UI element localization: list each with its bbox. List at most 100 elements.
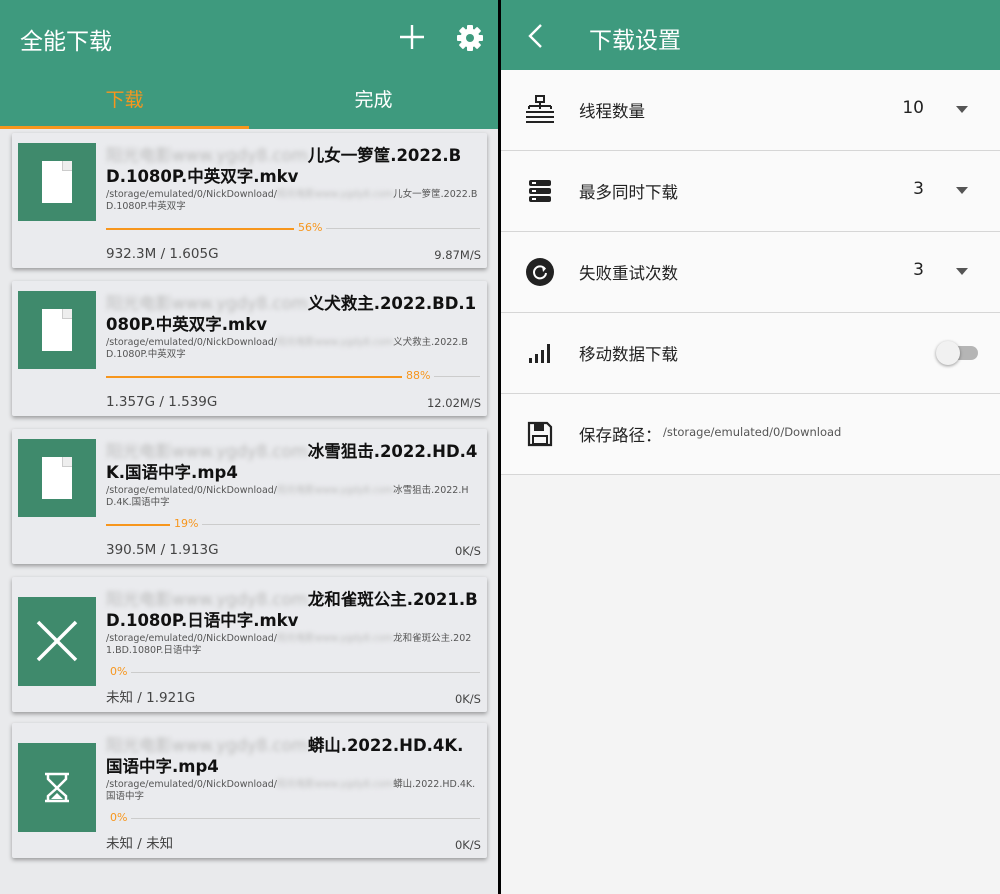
progress-bar: 0% [106,811,480,824]
file-thumbnail [18,743,96,832]
path-prefix: /storage/emulated/0/NickDownload/ [106,337,278,348]
progress-percent: 88% [402,369,435,382]
settings-app-bar: 下载设置 [501,0,1000,70]
blurred-source: 阳光电影www.ygdy8.com [106,294,308,313]
progress-track [131,818,480,819]
setting-save-path[interactable]: 保存路径： /storage/emulated/0/Download [501,394,1000,475]
retries-label: 失败重试次数 [579,264,678,283]
file-path: /storage/emulated/0/NickDownload/阳光电影www… [106,633,478,657]
file-size: 未知 / 1.921G [106,690,196,706]
file-size: 未知 / 未知 [106,836,174,852]
progress-percent: 56% [294,221,327,234]
back-arrow-icon[interactable] [523,22,551,50]
path-blurred: 阳光电影www.ygdy8.com [277,337,394,348]
progress-track [202,524,480,525]
path-prefix: /storage/emulated/0/NickDownload/ [106,189,278,200]
tab-bar: 下载 完成 [0,75,498,129]
settings-panel: 下载设置 线程数量 10 最多同时下载 3 失败重试次数 3 移动数据下载 保存… [501,0,1000,894]
close-icon [36,620,78,662]
download-item[interactable]: 阳光电影www.ygdy8.com蟒山.2022.HD.4K.国语中字.mp4 … [12,723,487,858]
threads-value: 10 [902,98,924,118]
threads-label: 线程数量 [579,102,645,121]
file-size: 390.5M / 1.913G [106,542,219,558]
path-blurred: 阳光电影www.ygdy8.com [277,633,394,644]
settings-title: 下载设置 [589,28,681,54]
download-item[interactable]: 阳光电影www.ygdy8.com龙和雀斑公主.2021.BD.1080P.日语… [12,577,487,712]
tab-completed[interactable]: 完成 [249,75,498,129]
blurred-source: 阳光电影www.ygdy8.com [106,736,308,755]
file-name: 阳光电影www.ygdy8.com义犬救主.2022.BD.1080P.中英双字… [106,293,478,335]
progress-fill [106,228,294,230]
concurrent-value: 3 [913,179,924,199]
progress-fill [106,524,170,526]
progress-fill [106,376,402,378]
file-path: /storage/emulated/0/NickDownload/阳光电影www… [106,189,478,213]
setting-mobile-data[interactable]: 移动数据下载 [501,313,1000,394]
file-thumbnail [18,597,96,686]
download-speed: 0K/S [454,692,481,706]
mobile-data-toggle[interactable] [936,341,978,365]
app-bar: 全能下载 [0,0,498,75]
path-prefix: /storage/emulated/0/NickDownload/ [106,485,278,496]
progress-percent: 0% [106,665,132,678]
progress-track [131,672,480,673]
file-path: /storage/emulated/0/NickDownload/阳光电影www… [106,337,478,361]
save-path-label: 保存路径： [579,426,662,445]
setting-concurrent-downloads[interactable]: 最多同时下载 3 [501,151,1000,232]
gear-icon[interactable] [456,24,484,52]
download-speed: 9.87M/S [434,248,481,262]
path-blurred: 阳光电影www.ygdy8.com [277,485,394,496]
progress-percent: 19% [170,517,203,530]
app-title: 全能下载 [20,29,112,55]
setting-threads[interactable]: 线程数量 10 [501,70,1000,151]
file-thumbnail [18,439,96,517]
download-speed: 0K/S [454,838,481,852]
download-speed: 0K/S [454,544,481,558]
tab-indicator [0,126,249,129]
download-item[interactable]: 阳光电影www.ygdy8.com冰雪狙击.2022.HD.4K.国语中字.mp… [12,429,487,564]
download-item[interactable]: 阳光电影www.ygdy8.com儿女一箩筐.2022.BD.1080P.中英双… [12,133,487,268]
path-blurred: 阳光电影www.ygdy8.com [277,779,394,790]
document-icon [42,457,72,499]
file-name: 阳光电影www.ygdy8.com蟒山.2022.HD.4K.国语中字.mp4 [106,735,478,777]
mobile-data-label: 移动数据下载 [579,345,678,364]
progress-bar: 0% [106,665,480,678]
tab-downloading[interactable]: 下载 [0,75,249,129]
setting-retries[interactable]: 失败重试次数 3 [501,232,1000,313]
blurred-source: 阳光电影www.ygdy8.com [106,146,308,165]
server-stack-icon [529,180,551,202]
retries-value: 3 [913,260,924,280]
file-path: /storage/emulated/0/NickDownload/阳光电影www… [106,485,478,509]
chevron-down-icon[interactable] [956,106,968,113]
progress-track [326,228,480,229]
document-icon [42,161,72,203]
download-speed: 12.02M/S [426,396,481,410]
download-item[interactable]: 阳光电影www.ygdy8.com义犬救主.2022.BD.1080P.中英双字… [12,281,487,416]
file-name: 阳光电影www.ygdy8.com儿女一箩筐.2022.BD.1080P.中英双… [106,145,478,187]
chevron-down-icon[interactable] [956,268,968,275]
blurred-source: 阳光电影www.ygdy8.com [106,590,308,609]
download-list-panel: 全能下载 下载 完成 阳光电影www.ygdy8.com儿女一箩筐.2022.B… [0,0,498,894]
file-thumbnail [18,291,96,369]
save-path-value: /storage/emulated/0/Download [663,425,842,439]
file-thumbnail [18,143,96,221]
path-blurred: 阳光电影www.ygdy8.com [277,189,394,200]
file-path: /storage/emulated/0/NickDownload/阳光电影www… [106,779,478,803]
progress-bar: 19% [106,517,480,530]
file-size: 1.357G / 1.539G [106,394,218,410]
file-name: 阳光电影www.ygdy8.com冰雪狙击.2022.HD.4K.国语中字.mp… [106,441,478,483]
retry-icon [526,258,554,286]
toggle-knob [936,341,960,365]
progress-track [434,376,480,377]
concurrent-label: 最多同时下载 [579,183,678,202]
progress-bar: 56% [106,221,480,234]
network-tree-icon [526,95,554,123]
save-icon [527,421,553,447]
plus-icon[interactable] [398,23,426,51]
file-name: 阳光电影www.ygdy8.com龙和雀斑公主.2021.BD.1080P.日语… [106,589,478,631]
signal-bars-icon [529,344,550,363]
path-prefix: /storage/emulated/0/NickDownload/ [106,779,278,790]
chevron-down-icon[interactable] [956,187,968,194]
document-icon [42,309,72,351]
file-size: 932.3M / 1.605G [106,246,219,262]
